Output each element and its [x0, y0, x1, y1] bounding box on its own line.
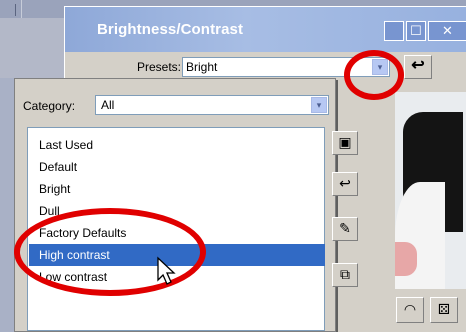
preset-item-factory-defaults[interactable]: Factory Defaults: [29, 222, 325, 244]
reset-icon: ↩: [411, 57, 425, 74]
presets-row: Presets: Bright ▾ ↩: [65, 55, 466, 79]
image-preview[interactable]: [395, 92, 466, 289]
save-icon: ▣: [338, 134, 352, 150]
preview-dog-tongue: [395, 242, 417, 276]
preset-item-bright[interactable]: Bright: [29, 178, 325, 200]
randomize-button[interactable]: ⚄: [430, 297, 458, 323]
presets-value: Bright: [186, 60, 218, 74]
preset-item-high-contrast[interactable]: High contrast: [29, 244, 325, 266]
edit-presets-icon: ✎: [339, 220, 351, 236]
preview-toggle-button[interactable]: ◠: [396, 297, 424, 323]
title-bar[interactable]: Brightness/Contrast ☐ ✕: [65, 7, 466, 52]
presets-label: Presets:: [137, 60, 182, 74]
close-button[interactable]: ✕: [428, 21, 466, 41]
copy-icon: ⧉: [340, 266, 350, 282]
presets-dropdown-panel: Category: All ▾ Last Used Default Bright…: [14, 78, 336, 332]
category-label: Category:: [23, 99, 76, 113]
window-title: Brightness/Contrast: [97, 21, 244, 38]
eye-icon: ◠: [403, 301, 417, 317]
category-dropdown[interactable]: All ▾: [95, 95, 329, 115]
minimize-button[interactable]: [384, 21, 404, 41]
background-window-corner: [0, 0, 22, 18]
preset-item-default[interactable]: Default: [29, 156, 325, 178]
preset-list: Last Used Default Bright Dull Factory De…: [27, 127, 325, 331]
maximize-button[interactable]: ☐: [406, 21, 426, 41]
dice-icon: ⚄: [437, 301, 451, 317]
save-preset-button[interactable]: ▣: [332, 131, 358, 155]
presets-dropdown[interactable]: Bright ▾: [182, 57, 390, 77]
maximize-icon: ☐: [410, 23, 422, 38]
reset-preset-button[interactable]: ↩: [332, 172, 358, 196]
reset-icon: ↩: [339, 175, 351, 191]
close-icon: ✕: [442, 23, 453, 38]
chevron-down-icon[interactable]: ▾: [311, 97, 327, 113]
preset-item-dull[interactable]: Dull: [29, 200, 325, 222]
background-panel: [0, 18, 70, 78]
chevron-down-icon[interactable]: ▾: [372, 59, 388, 75]
category-value: All: [101, 98, 115, 112]
edit-presets-button[interactable]: ✎: [332, 217, 358, 241]
preset-item-low-contrast[interactable]: Low contrast: [29, 266, 325, 288]
preset-item-last-used[interactable]: Last Used: [29, 134, 325, 156]
copy-preset-button[interactable]: ⧉: [332, 263, 358, 287]
reset-button[interactable]: ↩: [404, 55, 432, 79]
